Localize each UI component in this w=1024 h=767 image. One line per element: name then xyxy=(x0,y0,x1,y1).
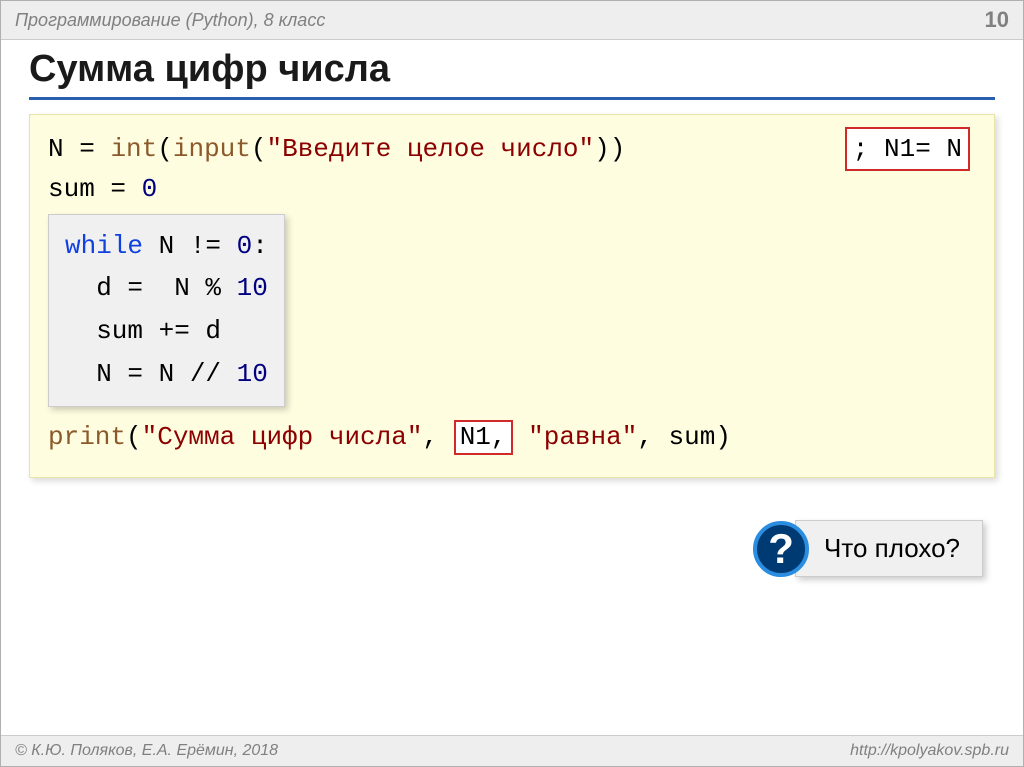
annotation-box-1: ; N1= N xyxy=(845,127,970,171)
code-line-2: sum = 0 xyxy=(48,169,976,209)
code-print: print("Сумма цифр числа", N1, "равна", s… xyxy=(48,417,976,457)
loop-while: while N != 0: xyxy=(65,225,268,268)
header-title: Программирование (Python), 8 класс xyxy=(15,10,325,31)
header-bar: Программирование (Python), 8 класс 10 xyxy=(1,1,1023,40)
question-callout: ? Что плохо? xyxy=(753,520,983,577)
footer-right: http://kpolyakov.spb.ru xyxy=(850,742,1009,760)
loop-sum: sum += d xyxy=(65,310,268,353)
loop-d: d = N % 10 xyxy=(65,267,268,310)
footer-bar: © К.Ю. Поляков, Е.А. Ерёмин, 2018 http:/… xyxy=(1,735,1023,766)
page-number: 10 xyxy=(985,7,1009,33)
footer-left: © К.Ю. Поляков, Е.А. Ерёмин, 2018 xyxy=(15,742,278,760)
loop-n: N = N // 10 xyxy=(65,353,268,396)
question-text: Что плохо? xyxy=(795,520,983,577)
code-block: ; N1= N N = int(input("Введите целое чис… xyxy=(29,114,995,478)
slide: Программирование (Python), 8 класс 10 Су… xyxy=(0,0,1024,767)
code-line-1: N = int(input("Введите целое число")) xyxy=(48,129,976,169)
question-icon: ? xyxy=(753,521,809,577)
loop-block: while N != 0: d = N % 10 sum += d N = N … xyxy=(48,214,285,408)
annotation-box-2: N1, xyxy=(454,420,513,455)
slide-title: Сумма цифр числа xyxy=(29,48,995,100)
content-area: Сумма цифр числа ; N1= N N = int(input("… xyxy=(1,40,1023,735)
